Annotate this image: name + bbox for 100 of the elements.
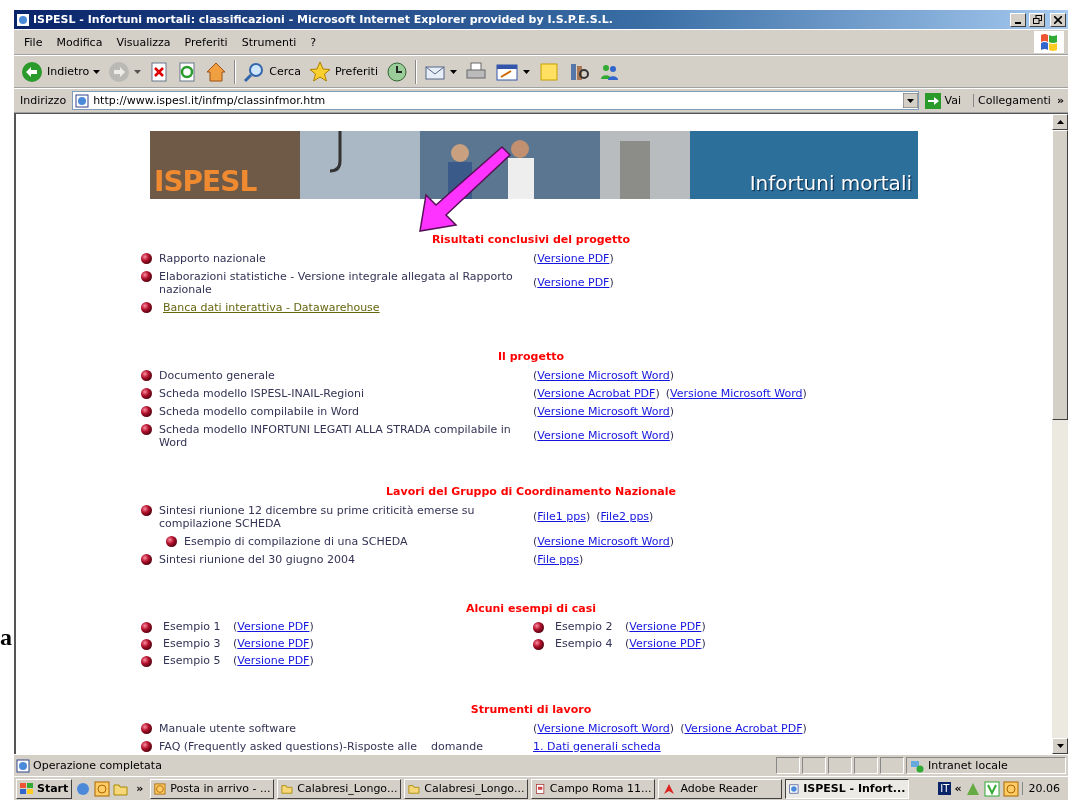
scroll-thumb[interactable] <box>1052 130 1068 420</box>
clock-icon <box>1002 780 1019 797</box>
item-text: Esempio 5 <box>163 654 221 667</box>
parenthesis: ) <box>669 368 675 382</box>
slide-text: a <box>0 624 12 650</box>
item-text: Scheda modello ISPESL-INAIL-Regioni <box>159 386 365 400</box>
download-link[interactable]: File pps <box>537 552 579 566</box>
download-link[interactable]: Versione Microsoft Word <box>537 721 670 735</box>
download-link[interactable]: Versione Microsoft Word <box>537 429 670 442</box>
parenthesis: ( <box>533 404 538 418</box>
clock: 20.06 <box>1021 782 1066 795</box>
download-link[interactable]: Versione PDF <box>237 620 310 633</box>
download-link[interactable]: Versione Microsoft Word <box>537 404 670 418</box>
taskbar-button[interactable]: Campo Roma 11... <box>531 778 656 799</box>
start-button[interactable]: Start <box>16 778 73 799</box>
download-link[interactable]: Versione PDF <box>537 251 610 265</box>
menu-item[interactable]: File <box>18 33 49 51</box>
search-button[interactable]: Cerca <box>240 57 304 86</box>
download-link[interactable]: Versione Acrobat PDF <box>684 721 803 735</box>
banner-title: Infortuni mortali <box>749 171 912 195</box>
links-label[interactable]: Collegamenti <box>973 94 1055 107</box>
download-link[interactable]: File2 pps <box>600 510 650 523</box>
parenthesis: ) <box>669 404 675 418</box>
zone-label: Intranet locale <box>928 759 1008 772</box>
download-link[interactable]: Versione PDF <box>629 637 702 650</box>
parenthesis: ) <box>655 386 660 400</box>
item-text: Sintesi riunione del 30 giugno 2004 <box>159 552 355 566</box>
taskbar-button[interactable]: Calabresi_Longo... <box>277 778 402 799</box>
download-link[interactable]: 1. Dati generali scheda <box>533 739 661 753</box>
section-title: Lavori del Gruppo di Coordinamento Nazionale <box>385 484 677 500</box>
item-text: Rapporto nazionale <box>159 251 266 265</box>
clock-icon <box>154 781 167 796</box>
restore-button[interactable] <box>1029 12 1045 27</box>
section-title: Strumenti di lavoro <box>469 702 593 718</box>
item-text: Esempio 3 <box>163 637 221 650</box>
item-text: Manuale utente software <box>159 721 297 735</box>
minimize-icon <box>1015 21 1021 24</box>
history-icon <box>385 60 408 83</box>
parenthesis: ( <box>665 386 670 400</box>
menu-item[interactable]: Visualizza <box>110 33 177 51</box>
chevron[interactable]: » <box>132 782 148 795</box>
bullet-icon <box>141 638 152 650</box>
close-button[interactable] <box>1050 12 1066 27</box>
status-pane <box>802 757 826 774</box>
item-text: Sintesi riunione 12 dicembre su prime criticità emerse su compilazione SCHEDA <box>159 503 476 530</box>
download-link[interactable]: Versione PDF <box>237 637 310 650</box>
window-title: ISPESL - Infortuni mortali: classificazioni - Microsoft Internet Explorer provided by I.S.P.E.S.L. <box>33 13 614 26</box>
parenthesis: ) <box>309 654 314 667</box>
taskbar-button[interactable]: ISPESL - Infort... <box>785 778 910 799</box>
parenthesis: ) <box>802 386 807 400</box>
section-title: Risultati conclusivi del progetto <box>430 232 632 248</box>
item-text: Scheda modello compilabile in Word <box>159 404 359 418</box>
close-icon <box>1054 15 1062 24</box>
parenthesis: ( <box>233 637 238 650</box>
address-input[interactable]: http://www.ispesl.it/infmp/classinfmor.htm <box>93 94 899 107</box>
page-icon <box>75 93 90 108</box>
parenthesis: ) <box>669 721 675 735</box>
menu-item[interactable]: Preferiti <box>178 33 234 51</box>
language-indicator[interactable]: IT <box>938 782 952 795</box>
taskbar-button[interactable]: Adobe Reader <box>658 778 783 799</box>
favorites-button[interactable]: Preferiti <box>305 57 381 86</box>
bullet-icon <box>141 621 152 633</box>
parenthesis: ( <box>533 534 538 548</box>
star-icon <box>308 60 331 83</box>
download-link[interactable]: Versione PDF <box>629 620 702 633</box>
download-link[interactable]: Versione Microsoft Word <box>537 534 670 548</box>
download-link[interactable]: File1 pps <box>537 510 586 523</box>
download-link[interactable]: Versione Microsoft Word <box>537 368 670 382</box>
parenthesis: ( <box>533 251 538 265</box>
item-text: Esempio 2 <box>555 620 613 633</box>
minimize-button[interactable] <box>1010 12 1026 27</box>
bullet-icon <box>141 369 152 381</box>
parenthesis: ( <box>533 368 538 382</box>
restore-icon <box>1032 15 1042 24</box>
address-label: Indirizzo <box>19 94 68 107</box>
parenthesis: ( <box>233 654 238 667</box>
item-text: Elaborazioni statistiche - Versione integrale allegata al Rapporto nazionale <box>159 269 514 296</box>
chevron[interactable]: « <box>954 782 962 795</box>
menu-item[interactable]: Modifica <box>50 33 109 51</box>
database-link[interactable]: Banca dati interattiva - Datawarehouse <box>163 300 380 314</box>
menu-item[interactable]: ? <box>304 33 323 51</box>
menu-item[interactable]: Strumenti <box>235 33 303 51</box>
taskbar-button[interactable]: Posta in arrivo - ... <box>150 778 275 799</box>
download-link[interactable]: Versione Acrobat PDF <box>537 386 656 400</box>
item-text: FAQ (Frequently asked questions)-Risposte alle domande <box>159 739 483 753</box>
taskbar-button[interactable]: Calabresi_Longo... <box>404 778 529 799</box>
chevron[interactable]: » <box>1056 94 1064 107</box>
go-button[interactable]: Vai <box>920 92 972 109</box>
scrollbar[interactable] <box>1052 114 1068 754</box>
status-pane <box>854 757 878 774</box>
caret-icon <box>449 69 457 74</box>
address-field[interactable]: http://www.ispesl.it/infmp/classinfmor.htm <box>72 91 919 110</box>
status-pane <box>880 757 904 774</box>
browser-icon <box>75 780 92 797</box>
back-button[interactable]: Indietro <box>18 57 104 86</box>
download-link[interactable]: Versione PDF <box>237 654 310 667</box>
up-arrow-icon <box>1056 120 1064 124</box>
download-link[interactable]: Versione Microsoft Word <box>669 386 803 400</box>
parenthesis: ) <box>578 552 584 566</box>
download-link[interactable]: Versione PDF <box>537 276 610 289</box>
